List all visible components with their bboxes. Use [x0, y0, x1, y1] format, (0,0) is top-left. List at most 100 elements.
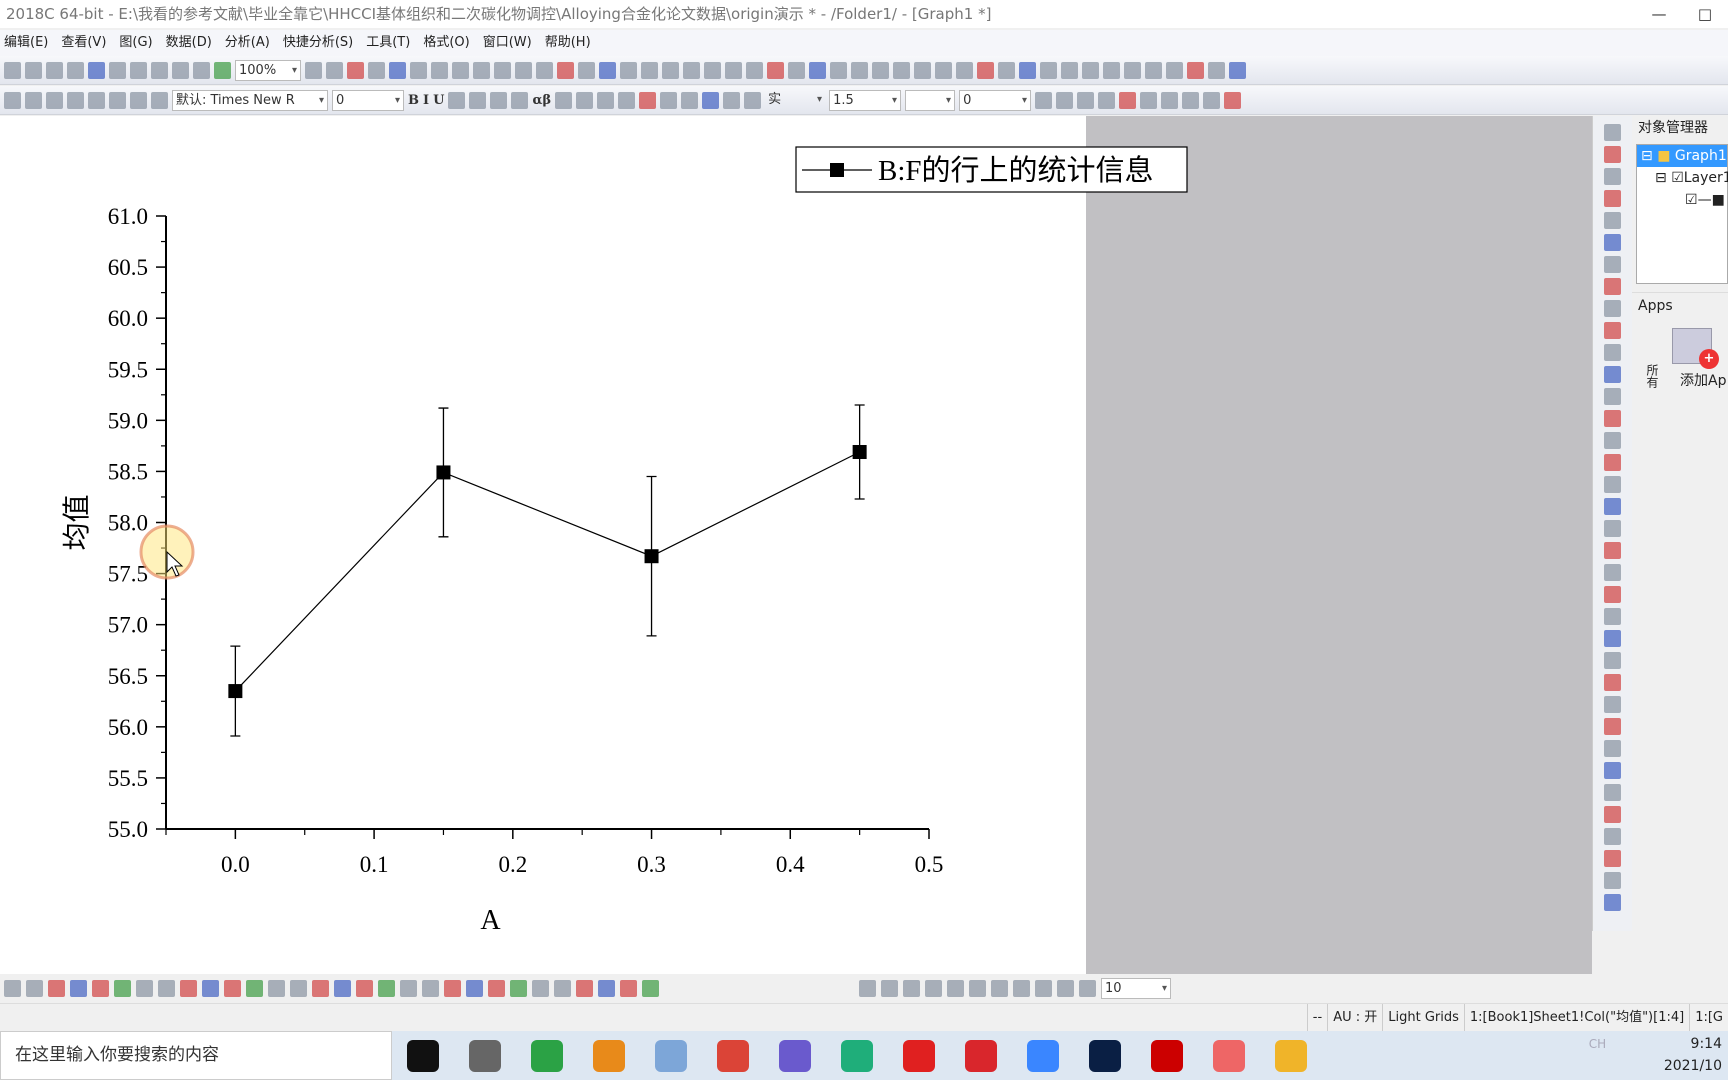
toolbar-button-icon[interactable]: [620, 61, 637, 79]
checkbox-icon[interactable]: ☑: [1671, 170, 1684, 186]
toolbar-button-icon[interactable]: [70, 980, 87, 997]
minimize-button[interactable]: —: [1636, 0, 1682, 28]
toolbar-button-icon[interactable]: [368, 61, 385, 79]
toolbar-button-icon[interactable]: [1103, 61, 1120, 79]
toolbar-button-icon[interactable]: [444, 980, 461, 997]
taskbar-app-icon[interactable]: [593, 1039, 625, 1072]
toolbar-button-icon[interactable]: [1604, 168, 1621, 185]
toolbar-button-icon[interactable]: [1082, 61, 1099, 79]
toolbar-button-icon[interactable]: [1061, 61, 1078, 79]
toolbar-button-icon[interactable]: [914, 61, 931, 79]
toolbar-button-icon[interactable]: [1208, 61, 1225, 79]
toolbar-button-icon[interactable]: [1604, 740, 1621, 757]
toolbar-button-icon[interactable]: [356, 980, 373, 997]
toolbar-button-icon[interactable]: [851, 61, 868, 79]
toolbar-button-icon[interactable]: [1604, 476, 1621, 493]
data-point[interactable]: [852, 445, 867, 460]
font-combo[interactable]: 默认: Times New R: [172, 89, 328, 111]
toolbar-button-icon[interactable]: [1604, 806, 1621, 823]
toolbar-button-icon[interactable]: [268, 980, 285, 997]
menu-item[interactable]: 编辑(E): [0, 30, 57, 56]
toolbar-button-icon[interactable]: [494, 61, 511, 79]
toolbar-button-icon[interactable]: [576, 980, 593, 997]
toolbar-button-icon[interactable]: [1604, 322, 1621, 339]
clock-date[interactable]: 2021/10: [1664, 1058, 1722, 1074]
bold-button[interactable]: B: [408, 93, 419, 108]
tree-item-graph[interactable]: ⊟ ■ Graph1: [1637, 145, 1727, 167]
toolbar-button-icon[interactable]: [214, 61, 231, 79]
toolbar-button-icon[interactable]: [1604, 212, 1621, 229]
zoom-combo[interactable]: 100%: [235, 59, 301, 81]
toolbar-button-icon[interactable]: [378, 980, 395, 997]
taskbar-search-input[interactable]: 在这里输入你要搜索的内容: [0, 1031, 392, 1080]
toolbar-button-icon[interactable]: [881, 980, 898, 997]
toolbar-button-icon[interactable]: [469, 91, 487, 109]
toolbar-button-icon[interactable]: [312, 980, 329, 997]
toolbar-button-icon[interactable]: [25, 61, 42, 79]
toolbar-button-icon[interactable]: [662, 61, 679, 79]
toolbar-button-icon[interactable]: [1019, 61, 1036, 79]
toolbar-button-icon[interactable]: [1145, 61, 1162, 79]
toolbar-button-icon[interactable]: [1203, 91, 1221, 109]
toolbar-button-icon[interactable]: [109, 61, 126, 79]
data-point[interactable]: [436, 465, 451, 480]
taskbar-app-icon[interactable]: [841, 1039, 873, 1072]
series-line[interactable]: [234, 451, 860, 692]
taskbar-app-icon[interactable]: [655, 1039, 687, 1072]
toolbar-button-icon[interactable]: [510, 980, 527, 997]
toolbar-button-icon[interactable]: [1604, 432, 1621, 449]
toolbar-button-icon[interactable]: [1124, 61, 1141, 79]
taskbar-app-icon[interactable]: [903, 1039, 935, 1072]
toolbar-button-icon[interactable]: [1604, 300, 1621, 317]
toolbar-button-icon[interactable]: [1035, 91, 1053, 109]
toolbar-button-icon[interactable]: [172, 61, 189, 79]
toolbar-button-icon[interactable]: [410, 61, 427, 79]
toolbar-button-icon[interactable]: [431, 61, 448, 79]
ime-indicator[interactable]: CH: [1589, 1037, 1606, 1051]
toolbar-button-icon[interactable]: [1224, 91, 1242, 109]
toolbar-button-icon[interactable]: [532, 980, 549, 997]
toolbar-button-icon[interactable]: [639, 91, 657, 109]
italic-button[interactable]: I: [423, 93, 429, 108]
toolbar-button-icon[interactable]: [1013, 980, 1030, 997]
toolbar-button-icon[interactable]: [1604, 872, 1621, 889]
taskbar-app-icon[interactable]: [1213, 1039, 1245, 1072]
toolbar-button-icon[interactable]: [1604, 674, 1621, 691]
toolbar-button-icon[interactable]: [536, 61, 553, 79]
toolbar-button-icon[interactable]: [620, 980, 637, 997]
toolbar-button-icon[interactable]: [977, 61, 994, 79]
toolbar-button-icon[interactable]: [746, 61, 763, 79]
toolbar-button-icon[interactable]: [1604, 278, 1621, 295]
tree-item-layer[interactable]: ⊟ ☑Layer1: [1637, 167, 1728, 189]
toolbar-button-icon[interactable]: [1604, 696, 1621, 713]
tree-item-plot[interactable]: ☑—■: [1637, 189, 1727, 211]
toolbar-button-icon[interactable]: [1604, 146, 1621, 163]
toolbar-button-icon[interactable]: [4, 91, 21, 109]
toolbar-button-icon[interactable]: [466, 980, 483, 997]
toolbar-button-icon[interactable]: [925, 980, 942, 997]
greek-button[interactable]: αβ: [532, 93, 551, 108]
toolbar-button-icon[interactable]: [598, 980, 615, 997]
menu-item[interactable]: 分析(A): [221, 30, 279, 56]
x-axis-label[interactable]: A: [480, 905, 501, 936]
y-axis-label[interactable]: 均值: [61, 494, 93, 550]
toolbar-button-icon[interactable]: [1040, 61, 1057, 79]
color-combo[interactable]: [905, 89, 956, 111]
taskbar-app-icon[interactable]: [779, 1039, 811, 1072]
toolbar-button-icon[interactable]: [947, 980, 964, 997]
toolbar-button-icon[interactable]: [618, 91, 636, 109]
toolbar-button-icon[interactable]: [25, 91, 42, 109]
toolbar-button-icon[interactable]: [1604, 894, 1621, 911]
toolbar-button-icon[interactable]: [704, 61, 721, 79]
toolbar-button-icon[interactable]: [1604, 718, 1621, 735]
value-combo[interactable]: 0: [959, 89, 1032, 111]
toolbar-button-icon[interactable]: [389, 61, 406, 79]
toolbar-button-icon[interactable]: [1079, 980, 1096, 997]
toolbar-button-icon[interactable]: [1098, 91, 1116, 109]
menu-item[interactable]: 帮助(H): [541, 30, 600, 56]
toolbar-button-icon[interactable]: [67, 91, 84, 109]
taskbar-app-icon[interactable]: [469, 1039, 501, 1072]
toolbar-button-icon[interactable]: [991, 980, 1008, 997]
toolbar-button-icon[interactable]: [576, 91, 594, 109]
toolbar-button-icon[interactable]: [515, 61, 532, 79]
